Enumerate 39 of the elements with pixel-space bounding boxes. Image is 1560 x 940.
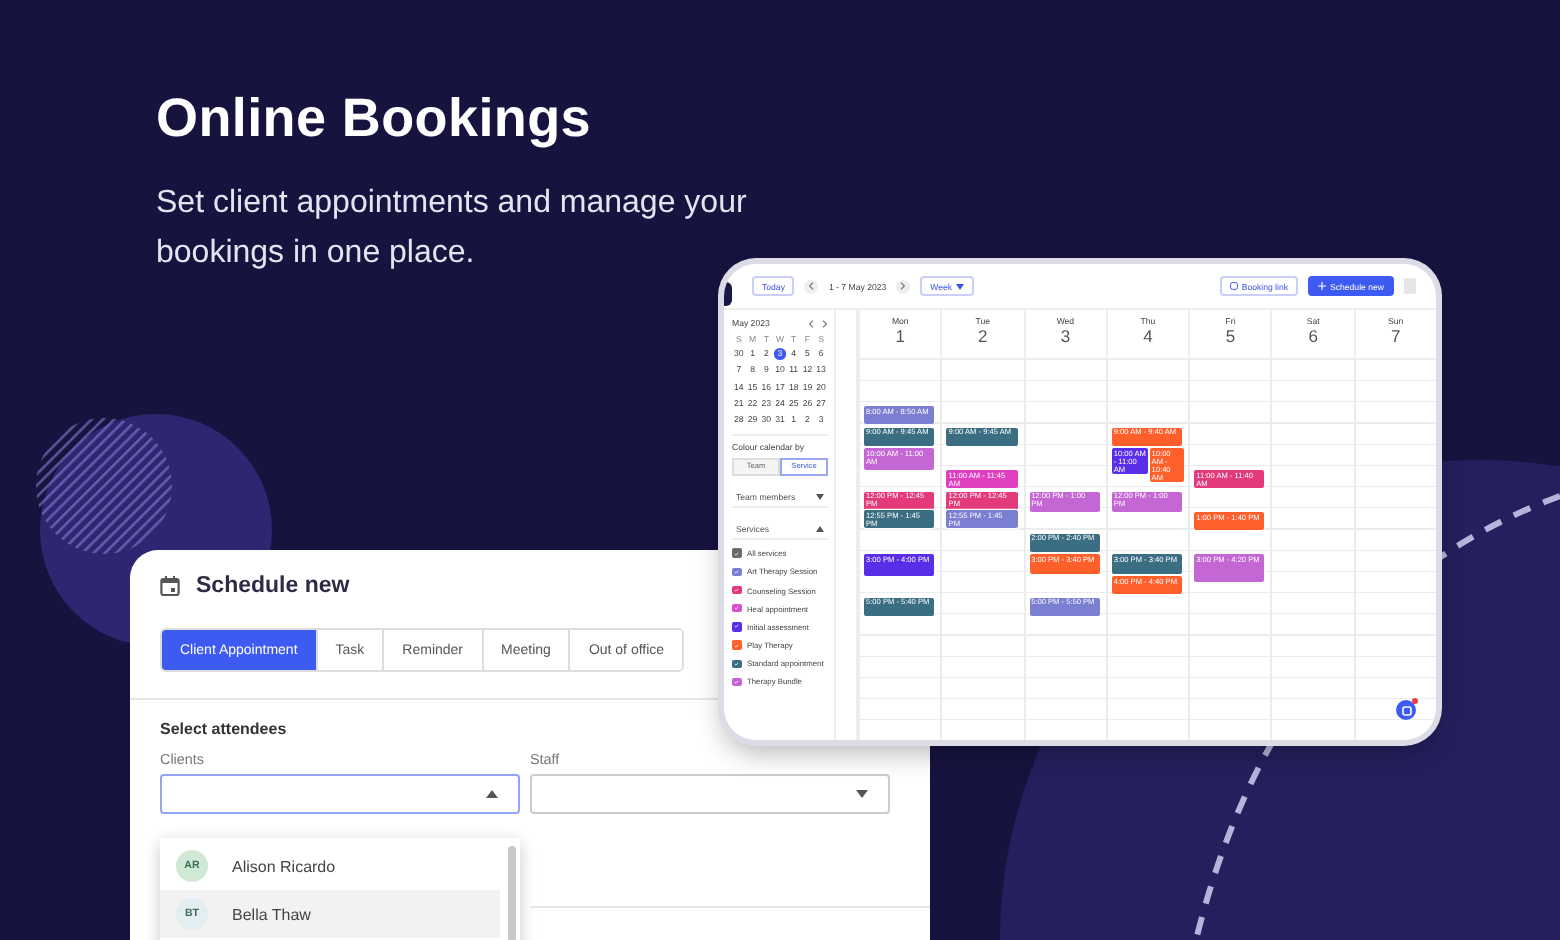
- dialog-title: Schedule new: [196, 574, 350, 598]
- checkbox[interactable]: [732, 640, 741, 650]
- checkbox[interactable]: [732, 677, 741, 687]
- date-label: 1: [895, 326, 905, 346]
- plus-icon: [1318, 282, 1326, 290]
- caret-icon: [816, 525, 824, 532]
- clients-dropdown[interactable]: [160, 774, 520, 814]
- next-button[interactable]: [896, 279, 911, 293]
- date-label: 2: [978, 326, 988, 346]
- scrollbar[interactable]: [508, 846, 516, 940]
- previous-button[interactable]: [804, 279, 819, 293]
- checkbox[interactable]: [732, 585, 741, 595]
- caret-icon: [816, 493, 824, 500]
- chat-button[interactable]: [1396, 700, 1416, 720]
- checkbox[interactable]: [732, 622, 741, 632]
- date-label: 6: [1308, 326, 1318, 346]
- date-label: 4: [1143, 326, 1153, 346]
- chat-icon: [1401, 705, 1411, 715]
- checkbox[interactable]: [732, 567, 741, 577]
- date-label: 5: [1225, 326, 1236, 346]
- date-label: 7: [1390, 326, 1401, 346]
- chevron-left-icon[interactable]: [808, 282, 815, 290]
- striped-circle-decoration: [36, 418, 172, 554]
- page-subtitle: Set client appointments and manage your bookings in one place.: [156, 184, 749, 274]
- caret-icon: [856, 790, 868, 798]
- section-heading: Select attendees: [160, 720, 289, 738]
- checkbox[interactable]: [732, 603, 741, 613]
- date-label: 3: [1060, 326, 1071, 346]
- chevron-right-icon[interactable]: [822, 319, 828, 327]
- caret-icon: [956, 283, 965, 289]
- page-title: Online Bookings: [156, 88, 594, 150]
- caret-icon: [486, 790, 498, 798]
- calendar-icon: [160, 576, 180, 596]
- chevron-left-icon[interactable]: [808, 319, 814, 327]
- checkbox[interactable]: [732, 659, 741, 668]
- sidebar-toggle-button[interactable]: [724, 282, 732, 306]
- chevron-right-icon[interactable]: [900, 282, 907, 290]
- notification-dot: [1412, 698, 1418, 704]
- checkbox[interactable]: [732, 548, 741, 558]
